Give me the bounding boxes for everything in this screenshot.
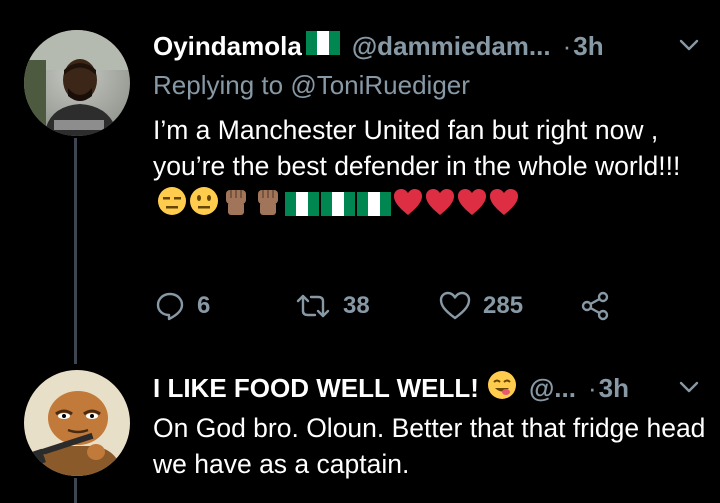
red-heart-emoji-icon [489, 188, 519, 225]
red-heart-emoji-icon [393, 188, 423, 225]
like-count: 285 [483, 292, 524, 319]
tweet-text-content: On God bro. Oloun. Better that that frid… [153, 413, 706, 479]
separator-dot: · [587, 372, 597, 403]
face-savoring-food-emoji-icon [487, 370, 517, 407]
display-name[interactable]: Oyindamola [153, 31, 302, 62]
neutral-face-emoji-icon [189, 186, 219, 225]
tweet-text: I’m a Manchester United fan but right no… [153, 112, 703, 225]
tweet-header: Oyindamola @dammiedam... · 3h [153, 26, 702, 66]
reply-button[interactable]: 6 [155, 286, 210, 326]
avatar[interactable] [24, 30, 130, 136]
reply-count: 6 [197, 292, 211, 319]
avatar[interactable] [24, 370, 130, 476]
tweet-header: I LIKE FOOD WELL WELL! @... · 3h [153, 368, 702, 408]
tweet-text: On God bro. Oloun. Better that that frid… [153, 410, 708, 482]
reply-mention-link[interactable]: @ToniRuediger [290, 70, 470, 100]
raised-fist-emoji-icon [221, 186, 251, 225]
chevron-down-icon[interactable] [676, 374, 702, 400]
retweet-count: 38 [343, 292, 370, 319]
tweet-2[interactable]: I LIKE FOOD WELL WELL! @... · 3h On God … [0, 360, 720, 503]
nigeria-flag-icon [357, 189, 391, 225]
chevron-down-icon[interactable] [676, 32, 702, 58]
tweet-text-content: I’m a Manchester United fan but right no… [153, 115, 681, 181]
nigeria-flag-icon [305, 30, 340, 62]
reply-icon [156, 292, 184, 321]
nigeria-flag-icon [285, 189, 319, 225]
timestamp[interactable]: 3h [599, 373, 629, 404]
replying-to: Replying to @ToniRuediger [153, 70, 470, 101]
cartoon-avatar [24, 370, 130, 476]
user-handle[interactable]: @dammiedam... [352, 31, 551, 62]
raised-fist-emoji-icon [253, 186, 283, 225]
timestamp[interactable]: 3h [573, 31, 603, 62]
nigeria-flag-icon [321, 189, 355, 225]
tweet-actions: 6 38 285 [153, 286, 633, 326]
like-button[interactable]: 285 [439, 286, 523, 326]
tweet-1[interactable]: Oyindamola @dammiedam... · 3h Replying t… [0, 0, 720, 360]
share-icon [581, 291, 609, 321]
display-name[interactable]: I LIKE FOOD WELL WELL! [153, 373, 479, 404]
replying-prefix: Replying to [153, 70, 291, 100]
user-handle[interactable]: @... [529, 373, 576, 404]
expressionless-emoji-icon [157, 186, 187, 225]
separator-dot: · [562, 30, 572, 61]
retweet-button[interactable]: 38 [295, 286, 370, 326]
user-photo [24, 30, 130, 136]
retweet-icon [296, 294, 330, 318]
red-heart-emoji-icon [457, 188, 487, 225]
red-heart-emoji-icon [425, 188, 455, 225]
like-icon [439, 291, 471, 320]
share-button[interactable] [579, 286, 611, 326]
